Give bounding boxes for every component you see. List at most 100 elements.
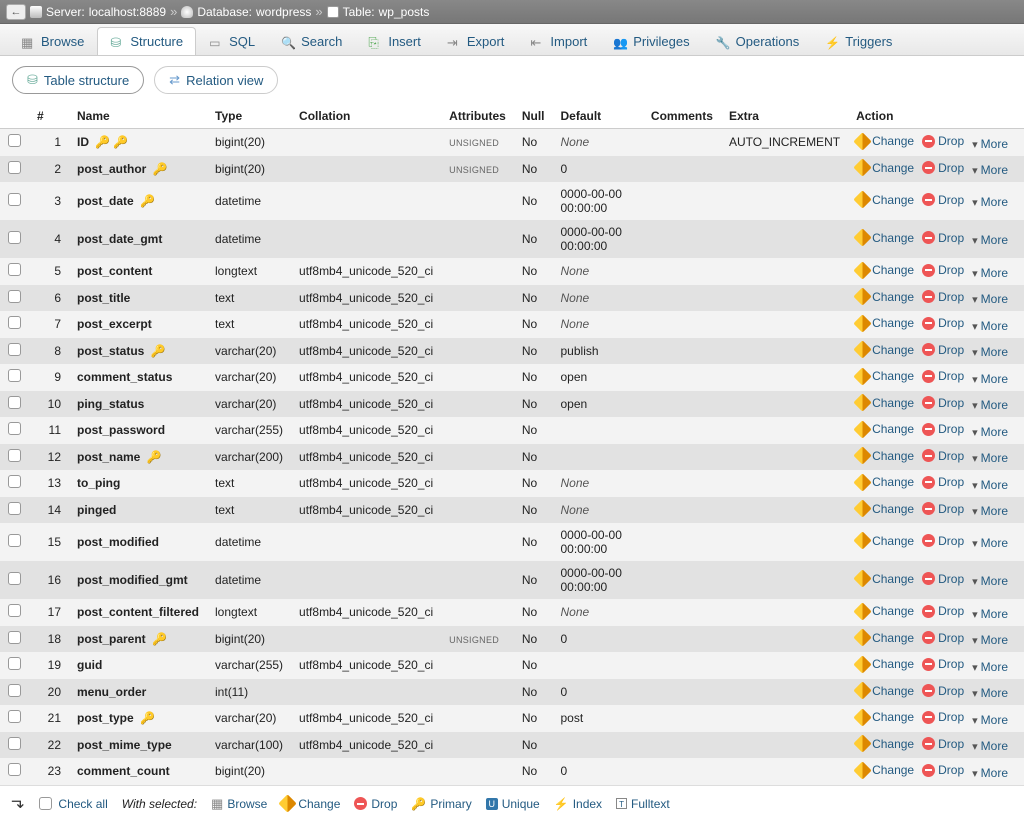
row-checkbox[interactable]	[8, 449, 21, 462]
drop-action[interactable]: Drop	[922, 193, 964, 207]
more-action[interactable]: More	[972, 660, 1008, 674]
change-action[interactable]: Change	[856, 134, 914, 148]
check-all[interactable]: Check all	[39, 797, 107, 811]
tab-insert[interactable]: Insert	[355, 27, 434, 55]
bulk-change[interactable]: Change	[281, 797, 340, 811]
tab-browse[interactable]: Browse	[8, 27, 97, 55]
drop-action[interactable]: Drop	[922, 572, 964, 586]
tab-triggers[interactable]: Triggers	[812, 27, 905, 55]
more-action[interactable]: More	[972, 504, 1008, 518]
row-checkbox[interactable]	[8, 534, 21, 547]
row-checkbox[interactable]	[8, 657, 21, 670]
row-checkbox[interactable]	[8, 631, 21, 644]
drop-action[interactable]: Drop	[922, 449, 964, 463]
drop-action[interactable]: Drop	[922, 657, 964, 671]
more-action[interactable]: More	[972, 574, 1008, 588]
change-action[interactable]: Change	[856, 263, 914, 277]
breadcrumb-server[interactable]: Server: localhost:8889	[30, 5, 166, 19]
tab-import[interactable]: Import	[517, 27, 600, 55]
change-action[interactable]: Change	[856, 343, 914, 357]
row-checkbox[interactable]	[8, 763, 21, 776]
change-action[interactable]: Change	[856, 534, 914, 548]
more-action[interactable]: More	[972, 478, 1008, 492]
row-checkbox[interactable]	[8, 263, 21, 276]
more-action[interactable]: More	[972, 292, 1008, 306]
more-action[interactable]: More	[972, 233, 1008, 247]
drop-action[interactable]: Drop	[922, 231, 964, 245]
row-checkbox[interactable]	[8, 231, 21, 244]
tab-search[interactable]: Search	[268, 27, 355, 55]
more-action[interactable]: More	[972, 398, 1008, 412]
tab-privileges[interactable]: Privileges	[600, 27, 702, 55]
more-action[interactable]: More	[972, 372, 1008, 386]
check-all-checkbox[interactable]	[39, 797, 52, 810]
drop-action[interactable]: Drop	[922, 263, 964, 277]
row-checkbox[interactable]	[8, 422, 21, 435]
more-action[interactable]: More	[972, 195, 1008, 209]
drop-action[interactable]: Drop	[922, 684, 964, 698]
drop-action[interactable]: Drop	[922, 710, 964, 724]
more-action[interactable]: More	[972, 451, 1008, 465]
more-action[interactable]: More	[972, 607, 1008, 621]
more-action[interactable]: More	[972, 137, 1008, 151]
more-action[interactable]: More	[972, 686, 1008, 700]
drop-action[interactable]: Drop	[922, 161, 964, 175]
row-checkbox[interactable]	[8, 502, 21, 515]
drop-action[interactable]: Drop	[922, 396, 964, 410]
bulk-browse[interactable]: Browse	[211, 796, 267, 812]
tab-table-structure[interactable]: Table structure	[12, 66, 144, 94]
more-action[interactable]: More	[972, 266, 1008, 280]
row-checkbox[interactable]	[8, 475, 21, 488]
drop-action[interactable]: Drop	[922, 737, 964, 751]
tab-structure[interactable]: Structure	[97, 27, 196, 55]
change-action[interactable]: Change	[856, 631, 914, 645]
drop-action[interactable]: Drop	[922, 134, 964, 148]
more-action[interactable]: More	[972, 739, 1008, 753]
more-action[interactable]: More	[972, 766, 1008, 780]
more-action[interactable]: More	[972, 319, 1008, 333]
drop-action[interactable]: Drop	[922, 290, 964, 304]
bulk-fulltext[interactable]: TFulltext	[616, 797, 670, 811]
more-action[interactable]: More	[972, 345, 1008, 359]
change-action[interactable]: Change	[856, 316, 914, 330]
drop-action[interactable]: Drop	[922, 422, 964, 436]
tab-operations[interactable]: Operations	[703, 27, 813, 55]
row-checkbox[interactable]	[8, 161, 21, 174]
back-button[interactable]: ←	[6, 4, 26, 20]
change-action[interactable]: Change	[856, 684, 914, 698]
drop-action[interactable]: Drop	[922, 631, 964, 645]
drop-action[interactable]: Drop	[922, 475, 964, 489]
row-checkbox[interactable]	[8, 343, 21, 356]
drop-action[interactable]: Drop	[922, 604, 964, 618]
change-action[interactable]: Change	[856, 422, 914, 436]
row-checkbox[interactable]	[8, 710, 21, 723]
change-action[interactable]: Change	[856, 572, 914, 586]
row-checkbox[interactable]	[8, 134, 21, 147]
row-checkbox[interactable]	[8, 737, 21, 750]
row-checkbox[interactable]	[8, 572, 21, 585]
bulk-drop[interactable]: Drop	[354, 797, 397, 811]
change-action[interactable]: Change	[856, 502, 914, 516]
change-action[interactable]: Change	[856, 290, 914, 304]
change-action[interactable]: Change	[856, 737, 914, 751]
change-action[interactable]: Change	[856, 161, 914, 175]
breadcrumb-table[interactable]: Table: wp_posts	[327, 5, 430, 19]
change-action[interactable]: Change	[856, 396, 914, 410]
change-action[interactable]: Change	[856, 231, 914, 245]
bulk-unique[interactable]: UUnique	[486, 797, 540, 811]
drop-action[interactable]: Drop	[922, 502, 964, 516]
tab-sql[interactable]: SQL	[196, 27, 268, 55]
row-checkbox[interactable]	[8, 369, 21, 382]
more-action[interactable]: More	[972, 163, 1008, 177]
more-action[interactable]: More	[972, 633, 1008, 647]
drop-action[interactable]: Drop	[922, 369, 964, 383]
drop-action[interactable]: Drop	[922, 343, 964, 357]
tab-export[interactable]: Export	[434, 27, 518, 55]
more-action[interactable]: More	[972, 713, 1008, 727]
breadcrumb-database[interactable]: Database: wordpress	[181, 5, 311, 19]
row-checkbox[interactable]	[8, 316, 21, 329]
bulk-index[interactable]: Index	[554, 797, 602, 811]
bulk-primary[interactable]: 🔑Primary	[411, 797, 471, 811]
change-action[interactable]: Change	[856, 475, 914, 489]
more-action[interactable]: More	[972, 536, 1008, 550]
